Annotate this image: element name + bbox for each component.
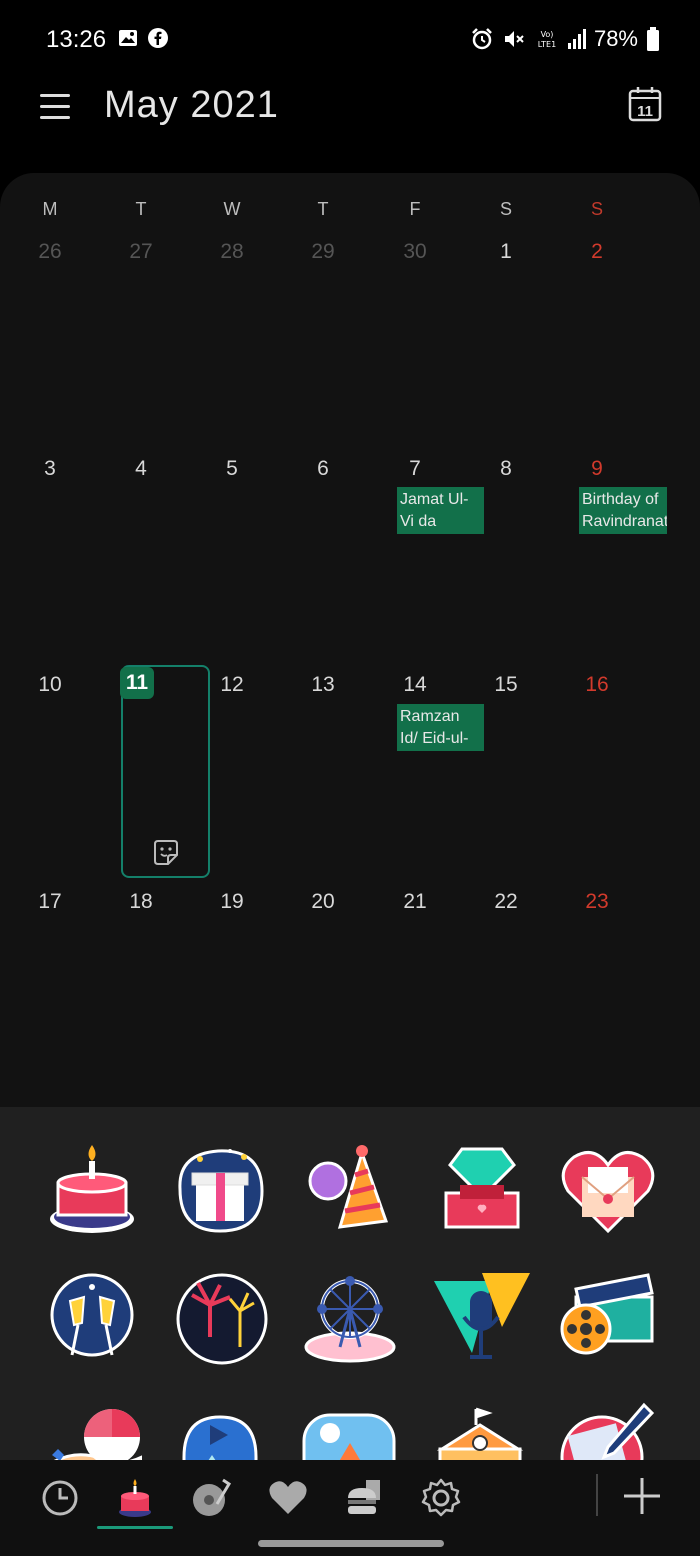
month-title[interactable]: May 2021 (104, 84, 279, 127)
add-icon[interactable] (622, 1476, 662, 1516)
ring-box-sticker[interactable] (432, 1139, 532, 1239)
month-grid: M T W T F S S 26 27 28 29 30 1 2 3 4 5 6… (0, 173, 700, 1108)
status-notification-icons (118, 28, 168, 48)
day-cell[interactable]: 7 (385, 457, 445, 481)
gesture-bar[interactable] (258, 1540, 444, 1547)
status-bar: 13:26 Vo) LTE1 78% (0, 0, 700, 80)
battery-percent: 78% (593, 26, 638, 51)
today-badge: 11 (637, 103, 653, 120)
active-tab-indicator (97, 1526, 173, 1529)
day-cell[interactable]: 19 (202, 890, 262, 914)
today-day-badge[interactable]: 11 (120, 667, 154, 699)
weekday-fri: F (409, 199, 421, 219)
svg-text:Vo): Vo) (541, 30, 554, 39)
sticker-panel (0, 1107, 700, 1460)
mountain-play-sticker[interactable] (170, 1397, 270, 1460)
day-cell[interactable]: 3 (20, 457, 80, 481)
status-time: 13:26 (46, 26, 107, 53)
day-cell[interactable]: 17 (20, 890, 80, 914)
menu-button[interactable] (40, 94, 70, 120)
day-cell[interactable]: 8 (476, 457, 536, 481)
day-cell[interactable]: 29 (293, 240, 353, 264)
day-cell[interactable]: 2 (567, 240, 627, 264)
day-cell[interactable]: 30 (385, 240, 445, 264)
fireworks-sticker[interactable] (170, 1267, 270, 1367)
event-jamat-ul-vida[interactable]: Jamat Ul-Vi da (397, 487, 484, 534)
day-cell[interactable]: 20 (293, 890, 353, 914)
day-cell[interactable]: 22 (476, 890, 536, 914)
day-cell[interactable]: 18 (111, 890, 171, 914)
gift-sticker[interactable] (170, 1139, 270, 1239)
day-cell[interactable]: 21 (385, 890, 445, 914)
day-cell[interactable]: 26 (20, 240, 80, 264)
love-letter-sticker[interactable] (558, 1139, 658, 1239)
svg-text:LTE1: LTE1 (538, 40, 556, 49)
day-cell[interactable]: 6 (293, 457, 353, 481)
weekday-thu: T (317, 199, 329, 219)
add-sticker-icon[interactable] (151, 838, 181, 868)
party-hat-sticker[interactable] (300, 1139, 400, 1239)
microphone-sticker[interactable] (432, 1267, 532, 1367)
weekday-header: M T W T F S S (0, 199, 700, 223)
weekday-mon: M (42, 199, 58, 219)
day-cell[interactable]: 28 (202, 240, 262, 264)
bottom-toolbar (0, 1460, 700, 1556)
pencil-sticker[interactable] (558, 1397, 658, 1460)
weekday-sat: S (499, 199, 512, 219)
alarm-icon (472, 28, 492, 50)
menu-icon (40, 94, 70, 97)
toolbar-divider (596, 1474, 598, 1516)
signal-icon (567, 29, 586, 49)
image-icon (119, 30, 137, 46)
day-cell[interactable]: 12 (202, 673, 262, 697)
day-cell[interactable]: 13 (293, 673, 353, 697)
today-calendar-icon[interactable]: 11 (628, 86, 662, 122)
day-cell[interactable]: 23 (567, 890, 627, 914)
food-icon[interactable] (342, 1476, 386, 1520)
battery-icon (647, 27, 659, 51)
film-reel-sticker[interactable] (558, 1267, 658, 1367)
heart-icon[interactable] (266, 1476, 310, 1520)
day-cell[interactable]: 5 (202, 457, 262, 481)
weekday-tue: T (135, 199, 147, 219)
event-ramzan-id[interactable]: Ramzan Id/ Eid-ul-Fitar (397, 704, 484, 751)
status-system-icons: Vo) LTE1 78% (470, 26, 660, 52)
weekday-sun: S (590, 199, 603, 219)
event-birthday-ravindranath[interactable]: Birthday of Ravindranat (579, 487, 667, 534)
facebook-icon (148, 28, 168, 48)
beach-umbrella-sticker[interactable] (42, 1397, 142, 1460)
ferris-wheel-sticker[interactable] (300, 1267, 400, 1367)
school-sticker[interactable] (432, 1397, 532, 1460)
day-cell[interactable]: 10 (20, 673, 80, 697)
weekday-wed: W (223, 199, 241, 219)
day-cell[interactable]: 1 (476, 240, 536, 264)
day-cell[interactable]: 9 (567, 457, 627, 481)
music-icon[interactable] (189, 1476, 233, 1520)
day-cell[interactable]: 16 (567, 673, 627, 697)
cake-sticker[interactable] (42, 1139, 142, 1239)
day-cell[interactable]: 4 (111, 457, 171, 481)
mute-icon (504, 31, 524, 47)
recent-icon[interactable] (38, 1476, 82, 1520)
day-cell[interactable]: 27 (111, 240, 171, 264)
app-bar: May 2021 11 (0, 80, 700, 170)
day-cell[interactable]: 14 (385, 673, 445, 697)
camping-sticker[interactable] (300, 1397, 400, 1460)
cheers-sticker[interactable] (42, 1267, 142, 1367)
volte-icon: Vo)LTE1 (538, 30, 556, 49)
day-cell[interactable]: 15 (476, 673, 536, 697)
cake-icon[interactable] (113, 1476, 157, 1520)
settings-icon[interactable] (419, 1476, 463, 1520)
